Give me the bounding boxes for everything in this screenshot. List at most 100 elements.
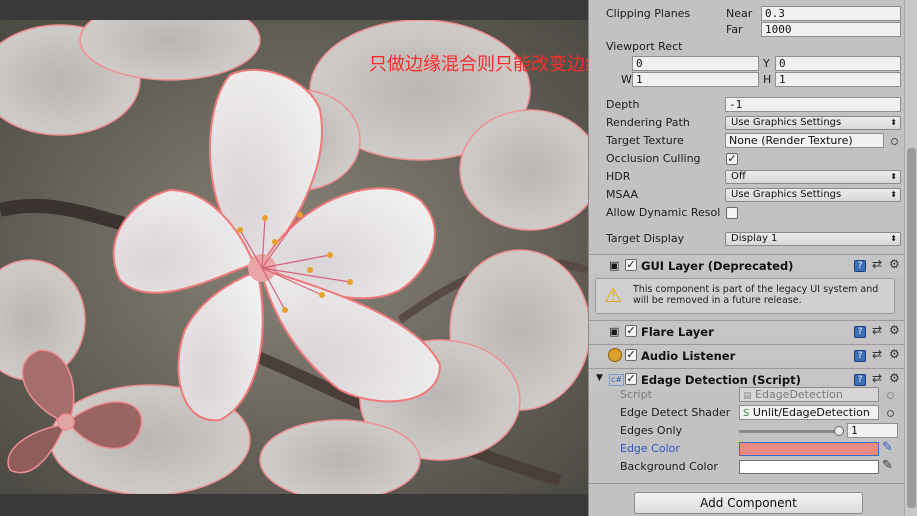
edge-detection-enabled-checkbox[interactable]: ✓ [625, 373, 637, 385]
inspector-scrollbar[interactable] [904, 0, 917, 516]
viewport-y-label: Y [763, 57, 770, 70]
flare-layer-icon: ▣ [609, 325, 620, 338]
viewport-w-label: W [621, 73, 632, 86]
target-display-dropdown[interactable]: Display 1 ⬍ [725, 232, 901, 246]
audio-listener-header[interactable]: ✓ Audio Listener ? ⇄ ⚙ [589, 344, 905, 366]
add-component-button[interactable]: Add Component [634, 492, 863, 514]
edges-only-slider-knob[interactable] [834, 426, 844, 436]
object-picker-icon[interactable] [891, 138, 898, 145]
gear-icon[interactable]: ⚙ [889, 257, 900, 271]
edges-only-field[interactable]: 1 [847, 423, 898, 438]
viewport-x-field[interactable]: 0 [632, 56, 759, 71]
audio-listener-enabled-checkbox[interactable]: ✓ [625, 349, 637, 361]
game-view-top-bar [0, 0, 588, 20]
dropdown-arrow-icon: ⬍ [890, 172, 897, 181]
occlusion-culling-checkbox[interactable]: ✓ [726, 153, 738, 165]
script-file-icon: ▤ [743, 391, 752, 401]
script-field: ▤ EdageDetection [739, 387, 879, 402]
shader-icon: S [743, 408, 750, 419]
edge-detect-shader-value: Unlit/EdageDetection [752, 406, 870, 419]
warning-icon: ⚠ [604, 283, 622, 307]
legacy-warning-text: This component is part of the legacy UI … [633, 284, 879, 306]
script-label: Script [620, 388, 652, 401]
help-icon[interactable]: ? [854, 326, 866, 338]
scrollbar-thumb[interactable] [907, 148, 916, 508]
preset-icon[interactable]: ⇄ [872, 257, 882, 271]
allow-dynamic-resolution-checkbox[interactable] [726, 207, 738, 219]
flare-layer-header[interactable]: ▣ ✓ Flare Layer ? ⇄ ⚙ [589, 320, 905, 342]
inspector-panel: Clipping Planes Near 0.3 Far 1000 Viewpo… [588, 0, 917, 516]
edge-detect-shader-label: Edge Detect Shader [620, 406, 731, 419]
edge-detect-shader-field[interactable]: S Unlit/EdageDetection [739, 405, 879, 420]
gui-layer-icon: ▣ [609, 259, 620, 272]
audio-listener-title: Audio Listener [641, 349, 736, 363]
game-view: 只做边缘混合则只能改变边缘色 [0, 0, 588, 516]
near-label: Near [726, 7, 753, 20]
msaa-value: Use Graphics Settings [731, 189, 842, 200]
hdr-value: Off [731, 171, 746, 182]
gui-layer-header[interactable]: ▣ ✓ GUI Layer (Deprecated) ? ⇄ ⚙ [589, 254, 905, 276]
cherry-blossom-image [0, 20, 588, 494]
viewport-rect-label: Viewport Rect [606, 40, 683, 53]
rendered-scene[interactable] [0, 20, 588, 494]
eyedropper-icon[interactable]: ✎ [882, 440, 893, 455]
gui-layer-enabled-checkbox[interactable]: ✓ [625, 259, 637, 271]
foldout-arrow-icon[interactable]: ▼ [596, 373, 603, 383]
gear-icon[interactable]: ⚙ [889, 323, 900, 337]
preset-icon[interactable]: ⇄ [872, 323, 882, 337]
preset-icon[interactable]: ⇄ [872, 371, 882, 385]
far-field[interactable]: 1000 [761, 22, 901, 37]
object-picker-icon [887, 392, 894, 399]
msaa-dropdown[interactable]: Use Graphics Settings ⬍ [725, 188, 901, 202]
hdr-dropdown[interactable]: Off ⬍ [725, 170, 901, 184]
edge-color-swatch[interactable] [739, 442, 879, 456]
viewport-w-field[interactable]: 1 [632, 72, 759, 87]
gear-icon[interactable]: ⚙ [889, 347, 900, 361]
occlusion-culling-label: Occlusion Culling [606, 152, 701, 165]
near-field[interactable]: 0.3 [761, 6, 901, 21]
dropdown-arrow-icon: ⬍ [890, 190, 897, 199]
depth-label: Depth [606, 98, 640, 111]
game-view-bottom-bar [0, 494, 588, 516]
flare-layer-title: Flare Layer [641, 325, 714, 339]
preset-icon[interactable]: ⇄ [872, 347, 882, 361]
msaa-label: MSAA [606, 188, 639, 201]
rendering-path-dropdown[interactable]: Use Graphics Settings ⬍ [725, 116, 901, 130]
gear-icon[interactable]: ⚙ [889, 371, 900, 385]
target-texture-label: Target Texture [606, 134, 684, 147]
viewport-h-label: H [763, 73, 772, 86]
background-color-label: Background Color [620, 460, 718, 473]
object-picker-icon[interactable] [887, 410, 894, 417]
edge-color-label: Edge Color [620, 442, 680, 455]
edge-detection-title: Edage Detection (Script) [641, 373, 801, 387]
rendering-path-value: Use Graphics Settings [731, 117, 842, 128]
audio-listener-icon [608, 348, 622, 362]
overlay-caption: 只做边缘混合则只能改变边缘色 [369, 54, 588, 75]
script-icon: c# [609, 374, 625, 386]
clipping-planes-label: Clipping Planes [606, 7, 691, 20]
viewport-h-field[interactable]: 1 [775, 72, 901, 87]
dropdown-arrow-icon: ⬍ [890, 234, 897, 243]
section-divider [589, 483, 905, 484]
script-value: EdageDetection [755, 388, 843, 401]
hdr-label: HDR [606, 170, 631, 183]
depth-field[interactable]: -1 [725, 97, 901, 112]
target-texture-field[interactable]: None (Render Texture) [725, 133, 884, 148]
rendering-path-label: Rendering Path [606, 116, 690, 129]
edges-only-label: Edges Only [620, 424, 683, 437]
far-label: Far [726, 23, 743, 36]
target-display-value: Display 1 [731, 233, 778, 244]
flare-layer-enabled-checkbox[interactable]: ✓ [625, 325, 637, 337]
help-icon[interactable]: ? [854, 374, 866, 386]
legacy-warning-box: ⚠ This component is part of the legacy U… [595, 278, 895, 314]
help-icon[interactable]: ? [854, 350, 866, 362]
allow-dynamic-resolution-label: Allow Dynamic Resol [606, 206, 721, 219]
edges-only-slider-track[interactable] [739, 430, 839, 433]
viewport-y-field[interactable]: 0 [775, 56, 901, 71]
help-icon[interactable]: ? [854, 260, 866, 272]
background-color-swatch[interactable] [739, 460, 879, 474]
dropdown-arrow-icon: ⬍ [890, 118, 897, 127]
target-display-label: Target Display [606, 232, 685, 245]
eyedropper-icon[interactable]: ✎ [882, 458, 893, 473]
gui-layer-title: GUI Layer (Deprecated) [641, 259, 794, 273]
